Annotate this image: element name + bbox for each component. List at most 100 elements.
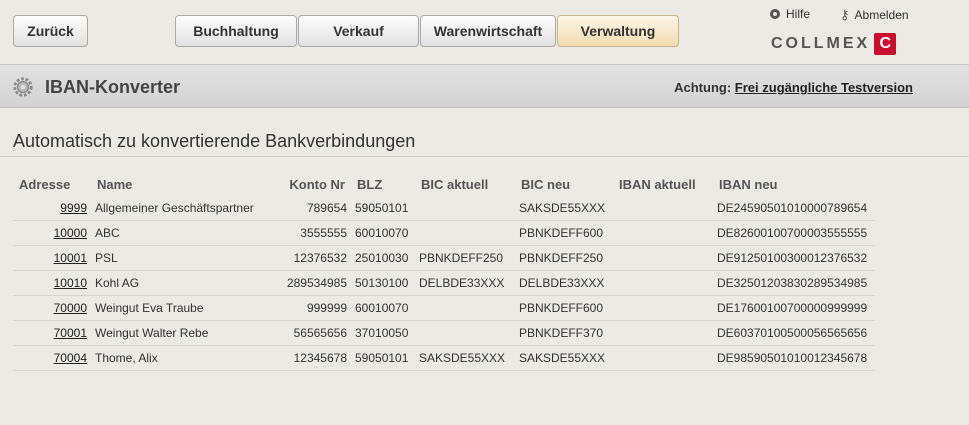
tab-verkauf[interactable]: Verkauf — [298, 15, 419, 47]
logout-link[interactable]: ⚷ Abmelden — [840, 7, 909, 23]
cell-iban-neu: DE98590501010012345678 — [713, 345, 875, 371]
cell-name: Weingut Walter Rebe — [91, 320, 271, 346]
cell-bic-neu: DELBDE33XXX — [515, 270, 613, 296]
tab-warenwirtschaft[interactable]: Warenwirtschaft — [420, 15, 556, 47]
cell-adresse: 70001 — [13, 320, 91, 346]
cell-blz: 59050101 — [351, 345, 415, 371]
cell-konto-nr: 12376532 — [271, 245, 351, 271]
test-version-notice: Achtung: Frei zugängliche Testversion — [674, 80, 913, 95]
cell-blz: 60010070 — [351, 220, 415, 246]
cell-konto-nr: 56565656 — [271, 320, 351, 346]
column-header-konto-nr: Konto Nr — [289, 176, 345, 192]
table-row: 10001 PSL 12376532 25010030 PBNKDEFF250 PBNKD… — [13, 245, 875, 271]
cell-iban-neu: DE17600100700000999999 — [713, 295, 875, 321]
cell-name: PSL — [91, 245, 271, 271]
cell-adresse: 10010 — [13, 270, 91, 296]
back-button[interactable]: Zurück — [13, 15, 88, 47]
cell-iban-aktuell — [613, 320, 713, 346]
cell-adresse: 70004 — [13, 345, 91, 371]
cell-iban-aktuell — [613, 295, 713, 321]
cell-iban-neu: DE24590501010000789654 — [713, 196, 875, 221]
section-title: Automatisch zu konvertierende Bankverbin… — [13, 131, 416, 151]
cell-name: Thome, Alix — [91, 345, 271, 371]
cell-blz: 50130100 — [351, 270, 415, 296]
cell-name: Kohl AG — [91, 270, 271, 296]
cell-bic-aktuell: PBNKDEFF250 — [415, 245, 515, 271]
cell-iban-aktuell — [613, 270, 713, 296]
cell-konto-nr: 12345678 — [271, 345, 351, 371]
test-version-link[interactable]: Frei zugängliche Testversion — [735, 80, 913, 95]
cell-iban-aktuell — [613, 245, 713, 271]
table-header-row: Adresse Name Konto Nr BLZ BIC aktuell BI… — [13, 172, 875, 196]
cell-bic-aktuell — [415, 295, 515, 321]
cell-bic-neu: PBNKDEFF370 — [515, 320, 613, 346]
cell-iban-aktuell — [613, 220, 713, 246]
cell-konto-nr: 999999 — [271, 295, 351, 321]
cell-adresse: 10000 — [13, 220, 91, 246]
column-header-name: Name — [97, 176, 133, 192]
help-label: Hilfe — [786, 7, 811, 21]
address-link[interactable]: 9999 — [60, 201, 87, 215]
cell-blz: 25010030 — [351, 245, 415, 271]
table-row: 70001 Weingut Walter Rebe 56565656 37010050… — [13, 320, 875, 346]
logo-mark-icon: C — [874, 33, 897, 55]
key-icon: ⚷ — [840, 7, 850, 22]
cell-bic-aktuell: SAKSDE55XXX — [415, 345, 515, 371]
address-link[interactable]: 10001 — [54, 251, 87, 265]
column-header-bic-neu: BIC neu — [521, 176, 571, 192]
gear-icon — [13, 77, 33, 97]
address-link[interactable]: 70000 — [54, 301, 87, 315]
cell-bic-neu: PBNKDEFF600 — [515, 220, 613, 246]
cell-bic-neu: SAKSDE55XXX — [515, 345, 613, 371]
page-title: IBAN-Konverter — [45, 77, 181, 97]
cell-bic-neu: PBNKDEFF250 — [515, 245, 613, 271]
cell-bic-aktuell — [415, 220, 515, 246]
cell-bic-aktuell — [415, 320, 515, 346]
logout-label: Abmelden — [854, 8, 909, 22]
tab-verwaltung[interactable]: Verwaltung — [557, 15, 679, 47]
cell-blz: 37010050 — [351, 320, 415, 346]
cell-konto-nr: 789654 — [271, 196, 351, 221]
table-row: 10000 ABC 3555555 60010070 PBNKDEFF600 DE8260… — [13, 220, 875, 246]
table-body: 9999 Allgemeiner Geschäftspartner 789654 59… — [13, 196, 875, 371]
help-link[interactable]: Hilfe — [770, 7, 810, 21]
cell-konto-nr: 289534985 — [271, 270, 351, 296]
table-row: 70004 Thome, Alix 12345678 59050101 SAKSDE55… — [13, 345, 875, 371]
cell-blz: 59050101 — [351, 196, 415, 221]
table-row: 9999 Allgemeiner Geschäftspartner 789654 59… — [13, 196, 875, 221]
address-link[interactable]: 70001 — [54, 326, 87, 340]
logo-text: COLLMEX — [771, 35, 871, 52]
cell-name: ABC — [91, 220, 271, 246]
cell-iban-neu: DE91250100300012376532 — [713, 245, 875, 271]
tab-buchhaltung[interactable]: Buchhaltung — [175, 15, 297, 47]
column-header-adresse: Adresse — [19, 176, 71, 192]
cell-adresse: 9999 — [13, 196, 91, 221]
cell-iban-aktuell — [613, 345, 713, 371]
table-row: 10010 Kohl AG 289534985 50130100 DELBDE33XXX… — [13, 270, 875, 296]
cell-bic-neu: SAKSDE55XXX — [515, 196, 613, 221]
cell-bic-aktuell — [415, 196, 515, 221]
column-header-iban-aktuell: IBAN aktuell — [619, 176, 696, 192]
cell-iban-neu: DE60370100500056565656 — [713, 320, 875, 346]
cell-adresse: 10001 — [13, 245, 91, 271]
column-header-blz: BLZ — [357, 176, 383, 192]
cell-name: Allgemeiner Geschäftspartner — [91, 196, 271, 221]
table-row: 70000 Weingut Eva Traube 999999 60010070 PBN… — [13, 295, 875, 321]
cell-name: Weingut Eva Traube — [91, 295, 271, 321]
address-link[interactable]: 70004 — [54, 351, 87, 365]
cell-iban-aktuell — [613, 196, 713, 221]
address-link[interactable]: 10000 — [54, 226, 87, 240]
title-bar: IBAN-Konverter Achtung: Frei zugängliche… — [0, 64, 969, 108]
cell-bic-neu: PBNKDEFF600 — [515, 295, 613, 321]
column-header-bic-aktuell: BIC aktuell — [421, 176, 489, 192]
top-toolbar: Zurück Buchhaltung Verkauf Warenwirtscha… — [0, 0, 969, 64]
section-divider — [0, 156, 969, 157]
help-icon — [770, 9, 780, 19]
cell-konto-nr: 3555555 — [271, 220, 351, 246]
notice-prefix: Achtung: — [674, 80, 732, 95]
cell-bic-aktuell: DELBDE33XXX — [415, 270, 515, 296]
column-header-iban-neu: IBAN neu — [719, 176, 778, 192]
cell-iban-neu: DE32501203830289534985 — [713, 270, 875, 296]
address-link[interactable]: 10010 — [54, 276, 87, 290]
cell-adresse: 70000 — [13, 295, 91, 321]
